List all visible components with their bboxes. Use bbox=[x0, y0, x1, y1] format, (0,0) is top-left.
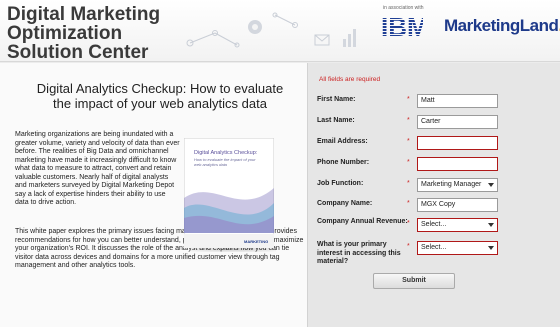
company-name-input[interactable]: MGX Copy bbox=[417, 198, 498, 212]
cover-title: Digital Analytics Checkup: bbox=[194, 150, 258, 156]
required-fields-note: All fields are required bbox=[319, 76, 381, 83]
primary-interest-value: Select... bbox=[421, 244, 447, 251]
email-input[interactable] bbox=[417, 136, 498, 150]
chevron-down-icon bbox=[488, 246, 494, 250]
headline-line-1: Digital Analytics Checkup: How to evalua… bbox=[36, 81, 284, 96]
primary-interest-select[interactable]: Select... bbox=[417, 241, 498, 255]
phone-label: Phone Number: bbox=[317, 159, 370, 166]
required-marker: * bbox=[407, 96, 410, 103]
ibm-logo-text: IBM bbox=[381, 14, 423, 38]
ml-logo-land: Land bbox=[519, 16, 559, 35]
lead-form: All fields are required First Name: * Ma… bbox=[307, 63, 560, 327]
required-marker: * bbox=[407, 220, 410, 227]
required-marker: * bbox=[407, 243, 410, 250]
phone-input[interactable] bbox=[417, 157, 498, 171]
ibm-logo: IBM bbox=[381, 14, 423, 38]
association-text: in association with bbox=[383, 5, 424, 11]
required-marker: * bbox=[407, 138, 410, 145]
annual-revenue-label: Company Annual Revenue: bbox=[317, 218, 408, 225]
required-marker: * bbox=[407, 159, 410, 166]
cover-brand: MARKETING bbox=[244, 239, 268, 244]
required-marker: * bbox=[407, 180, 410, 187]
email-label: Email Address: bbox=[317, 138, 368, 145]
chevron-down-icon bbox=[488, 223, 494, 227]
first-name-input[interactable]: Matt bbox=[417, 94, 498, 108]
network-icon bbox=[186, 12, 298, 48]
job-function-value: Marketing Manager bbox=[421, 181, 482, 188]
marketing-land-logo: MarketingLand. bbox=[444, 16, 560, 36]
annual-revenue-select[interactable]: Select... bbox=[417, 218, 498, 232]
page-headline: Digital Analytics Checkup: How to evalua… bbox=[20, 81, 300, 111]
headline-line-2: the impact of your web analytics data bbox=[53, 96, 267, 111]
description-paragraph-1: Marketing organizations are being inunda… bbox=[15, 131, 180, 206]
company-name-label: Company Name: bbox=[317, 200, 373, 207]
chevron-down-icon bbox=[488, 183, 494, 187]
required-marker: * bbox=[407, 117, 410, 124]
annual-revenue-value: Select... bbox=[421, 221, 447, 228]
first-name-label: First Name: bbox=[317, 96, 356, 103]
header-decoration bbox=[186, 12, 356, 48]
primary-interest-label: What is your primary interest in accessi… bbox=[317, 241, 401, 265]
required-marker: * bbox=[407, 200, 410, 207]
cover-subtitle: How to evaluate the impact of your web a… bbox=[194, 157, 256, 167]
job-function-select[interactable]: Marketing Manager bbox=[417, 178, 498, 192]
last-name-label: Last Name: bbox=[317, 117, 355, 124]
gear-icon bbox=[248, 20, 262, 34]
email-icon bbox=[314, 34, 330, 46]
whitepaper-cover-image: Digital Analytics Checkup: How to evalua… bbox=[184, 138, 274, 248]
chart-icon bbox=[343, 29, 356, 47]
page-header: Digital Marketing Optimization Solution … bbox=[0, 0, 560, 62]
job-function-label: Job Function: bbox=[317, 180, 364, 187]
last-name-input[interactable]: Carter bbox=[417, 115, 498, 129]
ml-logo-marketing: Marketing bbox=[444, 16, 520, 35]
submit-button[interactable]: Submit bbox=[373, 273, 455, 289]
